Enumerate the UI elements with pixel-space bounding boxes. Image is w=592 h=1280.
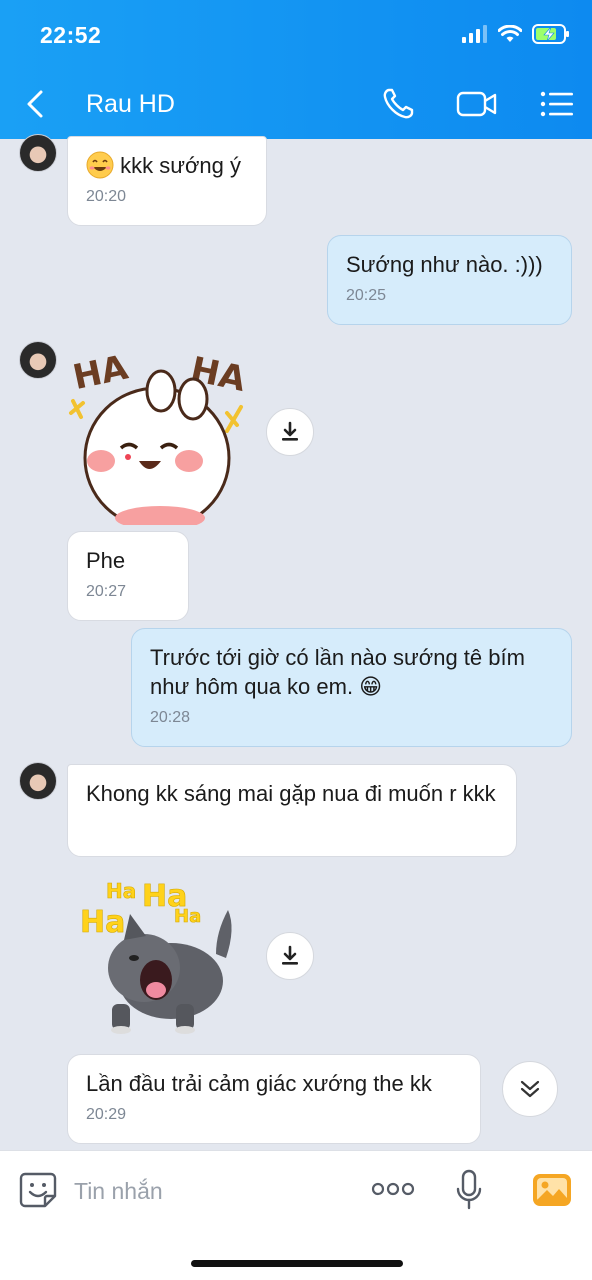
- message-time: 20:28: [150, 709, 191, 726]
- home-indicator[interactable]: [191, 1260, 403, 1267]
- microphone-icon: [456, 1169, 482, 1210]
- title-row: Rau HD: [0, 80, 592, 130]
- contact-avatar[interactable]: [19, 341, 57, 379]
- contact-avatar[interactable]: [19, 134, 57, 172]
- list-menu-icon: [540, 91, 573, 117]
- laughing-sweat-emoji: [86, 151, 114, 179]
- sticker-text: Ha: [80, 905, 125, 940]
- message-text: Lần đầu trải cảm giác xướng the kk: [86, 1071, 432, 1096]
- call-button[interactable]: [376, 84, 420, 124]
- chat-title[interactable]: Rau HD: [86, 90, 175, 119]
- wifi-icon: [498, 25, 522, 42]
- scroll-to-bottom-button[interactable]: [502, 1061, 558, 1117]
- more-dots-icon: [371, 1182, 415, 1196]
- download-sticker-button[interactable]: [266, 932, 314, 980]
- message-text: Trước tới giờ có lần nào sướng tê bím nh…: [150, 645, 525, 699]
- status-icons: [462, 24, 570, 44]
- sticker-text: Ha: [106, 879, 136, 903]
- chevron-left-icon: [27, 90, 43, 118]
- message-time: 20:29: [86, 1106, 127, 1123]
- message-bubble-incoming[interactable]: Lần đầu trải cảm giác xướng the kk 20:29: [67, 1054, 481, 1144]
- sticker-button[interactable]: [18, 1169, 58, 1209]
- video-call-button[interactable]: [455, 84, 499, 124]
- battery-charging-icon: [532, 24, 569, 44]
- message-time: 20:20: [86, 188, 127, 205]
- sticker-text: HA: [70, 347, 133, 398]
- download-icon: [282, 945, 298, 965]
- message-input[interactable]: [74, 1173, 334, 1209]
- phone-icon: [383, 88, 414, 119]
- message-text: kkk sướng ý: [86, 151, 248, 180]
- message-time: 20:27: [86, 583, 127, 600]
- double-chevron-down-icon: [520, 1080, 540, 1098]
- message-text-content: kkk sướng ý: [120, 153, 241, 178]
- gallery-button[interactable]: [530, 1169, 574, 1209]
- chat-menu-button[interactable]: [535, 84, 579, 124]
- message-bubble-incoming[interactable]: Phe 20:27: [67, 531, 189, 621]
- smiley-sticker-icon: [19, 1172, 57, 1208]
- chat-header: 22:52 Rau HD: [0, 0, 592, 139]
- sticker-text: Ha: [174, 906, 201, 927]
- message-text: Sướng như nào. :))): [346, 252, 543, 277]
- message-bubble-outgoing[interactable]: Sướng như nào. :))) 20:25: [327, 235, 572, 325]
- voice-message-button[interactable]: [452, 1167, 486, 1213]
- signal-icon: [462, 25, 487, 43]
- back-button[interactable]: [18, 86, 52, 122]
- message-text: Phe: [86, 548, 126, 573]
- laughing-dog-sticker[interactable]: Ha Ha Ha Ha: [76, 876, 241, 1036]
- download-sticker-button[interactable]: [266, 408, 314, 456]
- message-bubble-incoming[interactable]: kkk sướng ý 20:20: [67, 136, 267, 226]
- message-bubble-incoming[interactable]: Khong kk sáng mai gặp nua đi muốn r kkk: [67, 764, 517, 857]
- more-options-button[interactable]: [370, 1177, 416, 1201]
- message-text: Khong kk sáng mai gặp nua đi muốn r kkk: [86, 781, 496, 806]
- video-camera-icon: [456, 91, 497, 117]
- message-time: 20:25: [346, 287, 387, 304]
- bunny-haha-sticker[interactable]: HA HA: [65, 343, 250, 525]
- contact-avatar[interactable]: [19, 762, 57, 800]
- download-icon: [282, 421, 298, 441]
- image-gallery-icon: [533, 1174, 571, 1206]
- message-bubble-outgoing[interactable]: Trước tới giờ có lần nào sướng tê bím nh…: [131, 628, 572, 747]
- status-time: 22:52: [40, 22, 102, 48]
